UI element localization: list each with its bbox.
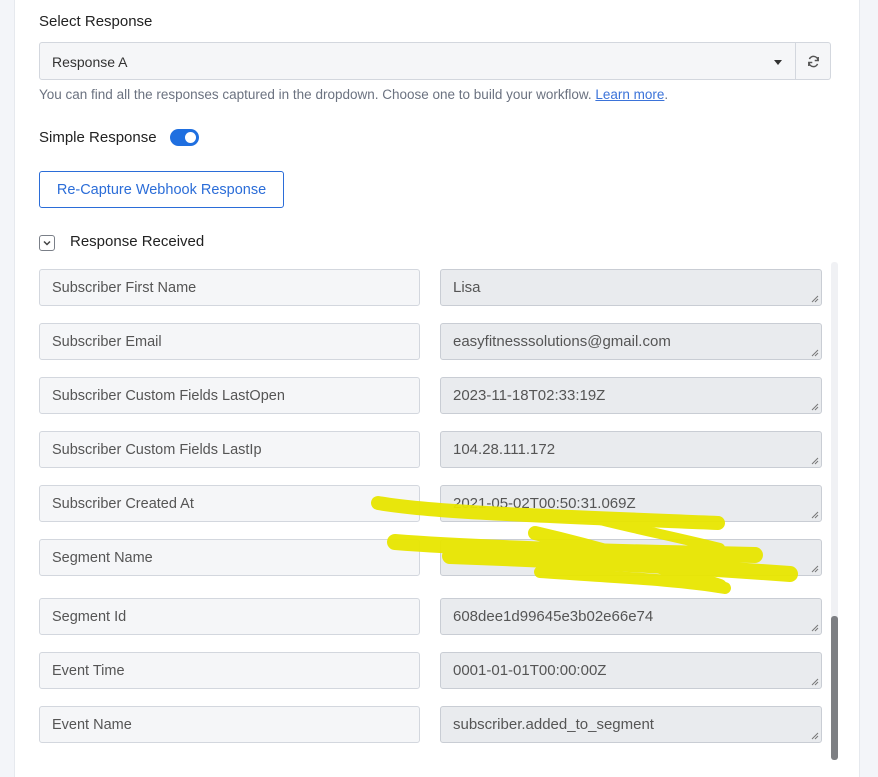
response-received-label: Response Received xyxy=(70,233,205,250)
response-dropdown[interactable]: Response A xyxy=(39,42,796,80)
select-response-label: Select Response xyxy=(39,13,153,30)
chevron-down-icon xyxy=(43,240,51,246)
field-name-segment-id[interactable]: Segment Id xyxy=(39,598,420,635)
field-value-text: 0001-01-01T00:00:00Z xyxy=(453,662,607,679)
field-value-event-name[interactable]: subscriber.added_to_segment xyxy=(440,706,822,743)
toggle-knob xyxy=(185,132,196,143)
field-value-text: 104.28.111.172 xyxy=(453,441,556,458)
resize-grip-icon xyxy=(811,732,819,740)
field-value-text: subscriber.added_to_segment xyxy=(453,716,654,733)
scrollbar-thumb[interactable] xyxy=(831,616,838,760)
field-value-text: 608dee1d99645e3b02e66e74 xyxy=(453,608,654,625)
help-text: You can find all the responses captured … xyxy=(39,87,668,102)
resize-grip-icon xyxy=(811,624,819,632)
field-name-subscriber-created-at[interactable]: Subscriber Created At xyxy=(39,485,420,522)
field-value-subscriber-created-at[interactable]: 2021-05-02T00:50:31.069Z xyxy=(440,485,822,522)
recapture-webhook-button[interactable]: Re-Capture Webhook Response xyxy=(39,171,284,208)
response-dropdown-value: Response A xyxy=(52,54,128,70)
field-value-text: Lisa xyxy=(453,279,481,296)
field-name-subscriber-first-name[interactable]: Subscriber First Name xyxy=(39,269,420,306)
field-name-event-name[interactable]: Event Name xyxy=(39,706,420,743)
resize-grip-icon xyxy=(811,511,819,519)
field-value-segment-name[interactable] xyxy=(440,539,822,576)
simple-response-label: Simple Response xyxy=(39,129,157,146)
field-value-event-time[interactable]: 0001-01-01T00:00:00Z xyxy=(440,652,822,689)
field-value-subscriber-first-name[interactable]: Lisa xyxy=(440,269,822,306)
field-name-custom-fields-lastopen[interactable]: Subscriber Custom Fields LastOpen xyxy=(39,377,420,414)
help-text-suffix: . xyxy=(664,87,669,102)
field-name-subscriber-email[interactable]: Subscriber Email xyxy=(39,323,420,360)
field-value-subscriber-email[interactable]: easyfitnesssolutions@gmail.com xyxy=(440,323,822,360)
field-name-custom-fields-lastip[interactable]: Subscriber Custom Fields LastIp xyxy=(39,431,420,468)
field-value-text: 2023-11-18T02:33:19Z xyxy=(453,387,606,404)
field-value-custom-fields-lastopen[interactable]: 2023-11-18T02:33:19Z xyxy=(440,377,822,414)
refresh-icon xyxy=(807,55,819,67)
field-name-event-time[interactable]: Event Time xyxy=(39,652,420,689)
field-name-segment-name[interactable]: Segment Name xyxy=(39,539,420,576)
field-value-segment-id[interactable]: 608dee1d99645e3b02e66e74 xyxy=(440,598,822,635)
learn-more-link[interactable]: Learn more xyxy=(595,87,664,102)
simple-response-toggle[interactable] xyxy=(170,129,199,146)
field-value-text: easyfitnesssolutions@gmail.com xyxy=(453,333,671,350)
resize-grip-icon xyxy=(811,565,819,573)
resize-grip-icon xyxy=(811,457,819,465)
field-value-custom-fields-lastip[interactable]: 104.28.111.172 xyxy=(440,431,822,468)
resize-grip-icon xyxy=(811,678,819,686)
resize-grip-icon xyxy=(811,403,819,411)
caret-down-icon xyxy=(774,60,782,65)
field-value-text: 2021-05-02T00:50:31.069Z xyxy=(453,495,636,512)
resize-grip-icon xyxy=(811,295,819,303)
resize-grip-icon xyxy=(811,349,819,357)
response-received-collapse[interactable] xyxy=(39,235,55,251)
refresh-button[interactable] xyxy=(795,42,831,80)
help-text-body: You can find all the responses captured … xyxy=(39,87,592,102)
